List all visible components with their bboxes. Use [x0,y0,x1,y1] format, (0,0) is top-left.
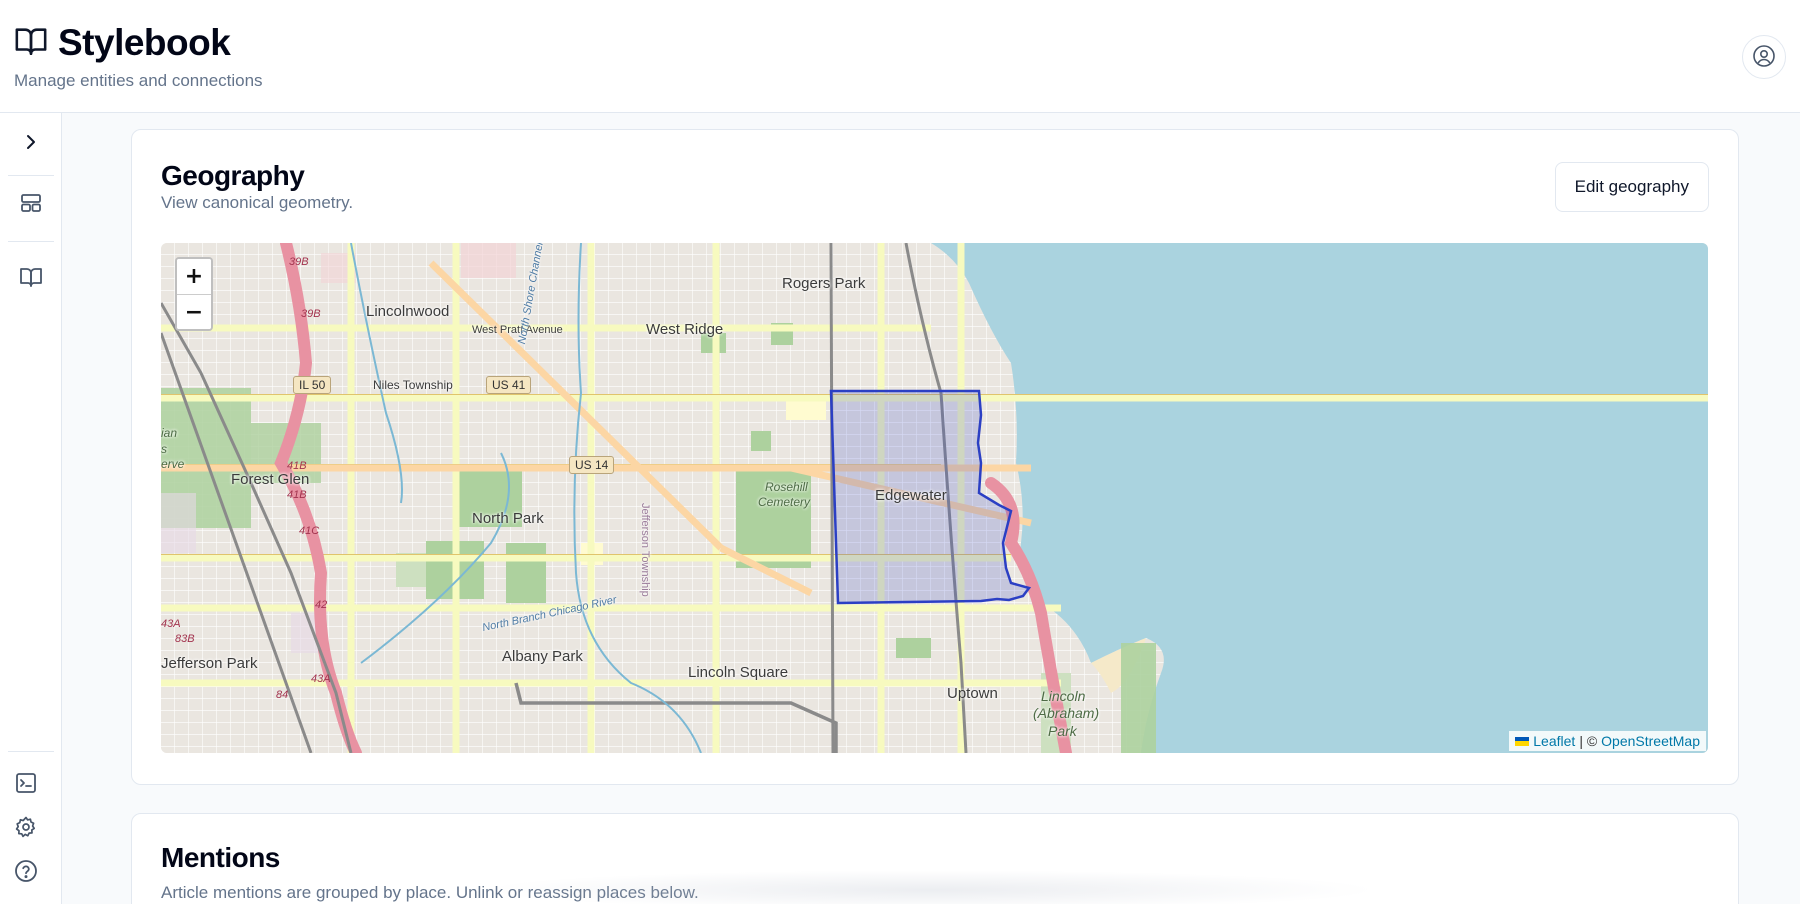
route-shield: US 41 [486,376,532,394]
sidebar-item-dashboard[interactable] [9,183,53,227]
map-label: Uptown [947,685,998,702]
book-open-icon [19,265,43,294]
map-label: Lincolnwood [366,303,450,320]
map-label: ian [161,426,178,440]
brand: Stylebook [14,22,231,64]
chevron-right-icon [19,130,43,159]
scroll-shadow [480,870,1380,904]
route-number: 84 [276,689,289,701]
map-label: Rogers Park [782,275,866,292]
attribution-separator: | © [1579,733,1598,749]
mentions-title: Mentions [161,842,280,873]
zoom-out-button[interactable]: − [177,294,211,329]
map-label: Cemetery [758,495,811,509]
user-circle-icon [1752,44,1776,71]
map-label: Lincoln [1041,688,1086,704]
sidebar-item-console[interactable] [4,763,48,807]
edit-geography-button[interactable]: Edit geography [1554,162,1709,212]
app-title: Stylebook [58,22,231,63]
route-number: 42 [315,599,328,611]
openstreetmap-link[interactable]: OpenStreetMap [1601,733,1700,749]
sidebar [0,113,62,904]
help-circle-icon [14,859,38,888]
route-shield: IL 50 [293,376,332,394]
expand-sidebar-button[interactable] [9,122,53,166]
route-shield: US 14 [569,456,615,474]
map-label: Lincoln Square [688,664,789,681]
map-attribution: Leaflet | © OpenStreetMap [1509,731,1706,751]
sidebar-item-stylebook[interactable] [9,257,53,301]
sidebar-divider [8,751,54,752]
terminal-icon [14,771,38,800]
map-label: erve [161,457,185,471]
route-number: 43A [311,673,331,685]
zoom-control: + − [175,257,213,331]
sidebar-item-settings[interactable] [4,807,48,851]
layout-dashboard-icon [19,191,43,220]
route-number: 39B [289,256,309,268]
book-open-icon [14,24,48,63]
route-number: 41C [299,525,320,537]
sidebar-divider [8,175,54,176]
map-view[interactable]: Rogers Park Lincolnwood West Pratt Avenu… [161,243,1708,753]
map-label: Forest Glen [231,471,310,488]
route-number: 41B [287,460,307,472]
geography-card: Geography View canonical geometry. Edit … [131,129,1739,785]
route-number: 39B [301,308,321,320]
map-label: s [161,442,167,456]
leaflet-link[interactable]: Leaflet [1533,733,1575,749]
sidebar-item-help[interactable] [4,851,48,895]
route-number: 43A [161,618,181,630]
geography-title: Geography [161,160,305,191]
route-number: 83B [175,633,195,645]
app-subtitle: Manage entities and connections [14,71,263,90]
sidebar-divider [8,241,54,242]
user-menu-button[interactable] [1742,35,1786,79]
map-label: Jefferson Township [639,503,651,597]
geography-description: View canonical geometry. [161,193,354,212]
route-number: 41B [287,489,307,501]
gear-icon [14,815,38,844]
ukraine-flag-icon [1515,736,1530,746]
map-label: Albany Park [502,648,583,665]
zoom-in-button[interactable]: + [177,259,211,294]
map-label: Jefferson Park [161,655,258,672]
map-label: (Abraham) [1033,705,1100,721]
map-label: Edgewater [875,487,947,504]
top-header: Stylebook Manage entities and connection… [0,0,1800,113]
map-label: Rosehill [765,480,808,494]
map-label: North Park [472,510,544,527]
map-label: West Ridge [646,321,724,338]
map-label: Niles Township [373,378,453,392]
map-label: Park [1048,723,1077,739]
